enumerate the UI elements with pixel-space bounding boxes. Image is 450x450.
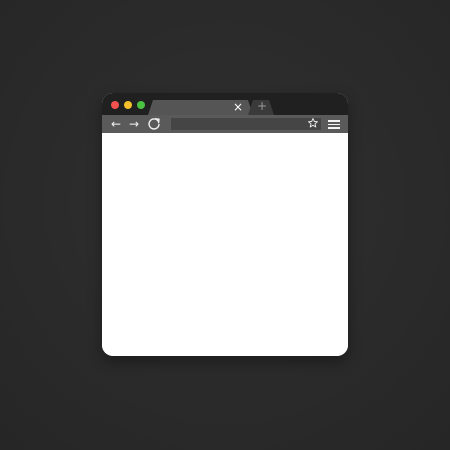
minimize-window-button[interactable]	[124, 101, 132, 109]
menu-line	[328, 120, 340, 122]
browser-window: × + ← →	[102, 93, 348, 356]
title-bar: × +	[102, 93, 348, 115]
tab-close-icon[interactable]: ×	[233, 99, 243, 115]
menu-line	[328, 123, 340, 125]
close-window-button[interactable]	[111, 101, 119, 109]
back-button[interactable]: ←	[108, 116, 124, 132]
tab-active[interactable]: ×	[148, 100, 253, 115]
reload-button[interactable]	[146, 116, 162, 132]
arrow-right-icon: →	[128, 117, 140, 131]
new-tab-button[interactable]: +	[248, 100, 274, 115]
desktop-background: × + ← →	[0, 0, 450, 450]
page-content	[102, 133, 348, 356]
star-outline-icon[interactable]	[307, 117, 319, 129]
address-bar[interactable]	[171, 118, 321, 130]
toolbar: ← →	[102, 115, 348, 133]
maximize-window-button[interactable]	[137, 101, 145, 109]
plus-icon: +	[257, 99, 268, 113]
forward-button[interactable]: →	[126, 116, 142, 132]
reload-icon	[148, 118, 160, 130]
menu-line	[328, 127, 340, 129]
arrow-left-icon: ←	[110, 117, 122, 131]
hamburger-menu-icon[interactable]	[328, 118, 340, 130]
